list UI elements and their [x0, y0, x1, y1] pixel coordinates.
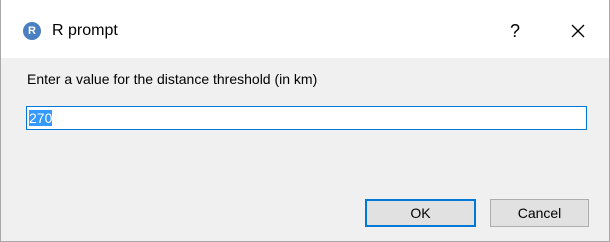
help-button[interactable]: ?	[497, 14, 533, 48]
r-app-icon: R	[23, 22, 41, 40]
ok-button[interactable]: OK	[365, 199, 476, 227]
input-value: 270	[29, 110, 53, 126]
distance-threshold-input[interactable]: 270	[26, 106, 587, 130]
cancel-button[interactable]: Cancel	[490, 199, 589, 227]
close-button[interactable]	[560, 14, 596, 48]
close-icon	[571, 24, 585, 38]
title-bar: R R prompt ?	[1, 0, 609, 58]
prompt-label: Enter a value for the distance threshold…	[27, 71, 318, 87]
window-title: R prompt	[52, 22, 118, 39]
r-prompt-dialog: R R prompt ? Enter a value for the dista…	[0, 0, 610, 242]
